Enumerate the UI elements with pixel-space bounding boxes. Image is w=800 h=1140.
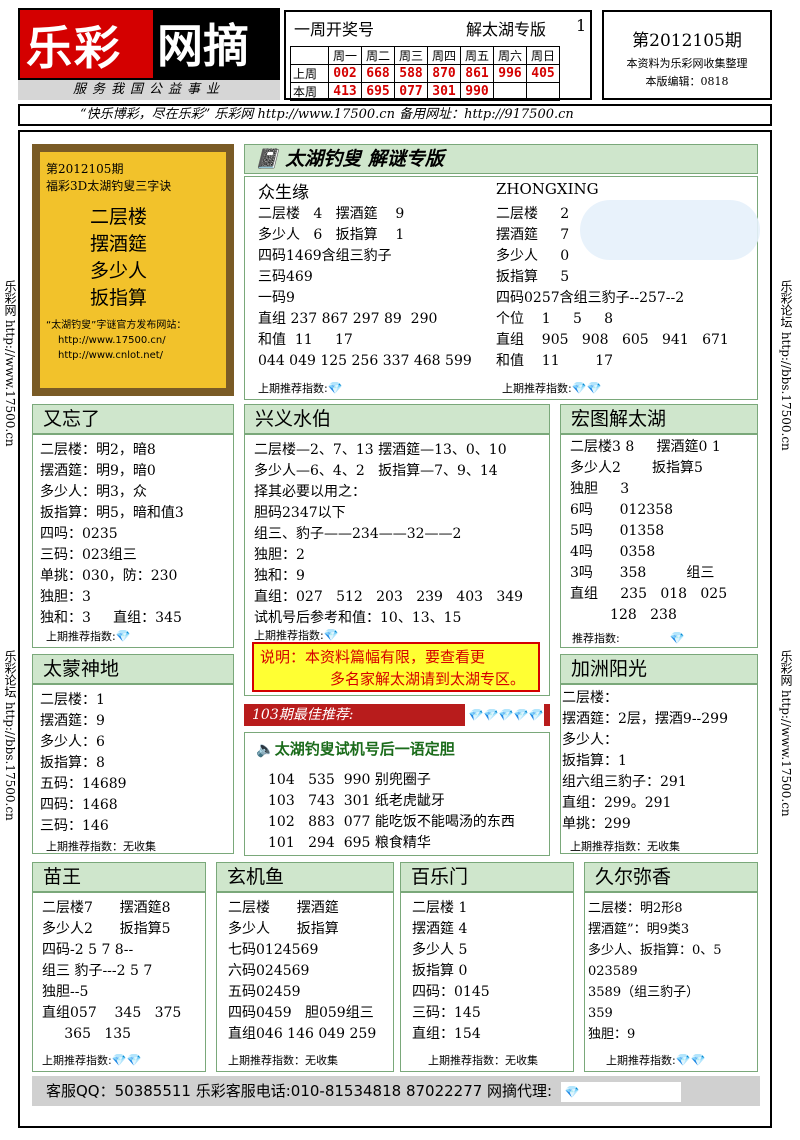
side-left-top[interactable]: 乐彩网 http://www.17500.cn — [2, 280, 19, 447]
issue-number: 第2012105期 — [632, 31, 742, 51]
zx-text: 二层楼 2 摆酒筵 7 多少人 0 扳指算 5 四码0257含组三豹子--257… — [496, 206, 729, 369]
p9-index: 上期推荐指数:💎💎 — [606, 1053, 706, 1067]
zx-name: ZHONGXING — [496, 180, 599, 198]
p7-text: 二层楼 摆酒筵 多少人 扳指算 七码0124569 六码024569 五码024… — [228, 900, 377, 1042]
notebook-icon: 📓 — [255, 148, 279, 170]
diamond-icon: 💎 — [564, 1084, 580, 1099]
issue-source: 本资料为乐彩网收集整理 — [626, 57, 748, 70]
p4-title: 太蒙神地 — [32, 654, 234, 684]
diamond-icon: 💎💎💎💎💎 — [465, 704, 544, 726]
side-right-bottom[interactable]: 乐彩网 http://www.17500.cn — [778, 650, 795, 817]
p6-title: 苗王 — [32, 862, 206, 892]
best-bar: 103期最佳推荐: 💎💎💎💎💎 — [244, 704, 550, 726]
p4-index: 上期推荐指数：无收集 — [46, 840, 156, 853]
intro-sites: “太湖钓叟”字谜官方发布网站： http://www.17500.cn/ htt… — [46, 320, 187, 361]
p7-title: 玄机鱼 — [216, 862, 394, 892]
zhong-name: 众生缘 — [258, 183, 309, 203]
trial-title: 🔈太湖钓叟试机号后一语定胆 — [256, 740, 455, 758]
p9-title: 久尔弥香 — [584, 862, 758, 892]
diamond-icon: 💎 — [323, 628, 339, 642]
p8-title: 百乐门 — [400, 862, 574, 892]
url-bar[interactable]: “快乐博彩，尽在乐彩” 乐彩网 http://www.17500.cn 备用网址… — [18, 104, 772, 126]
agent-field[interactable]: 💎 — [560, 1081, 681, 1102]
p7-index: 上期推荐指数：无收集 — [228, 1054, 338, 1067]
this-week-row: 本周 413 695 077 301 990 — [290, 82, 560, 101]
intro-subtitle: 福彩3D太湖钓叟三字诀 — [46, 179, 172, 193]
issue-editor: 本版编辑：0818 — [645, 75, 729, 88]
diamond-icon: 💎 — [669, 631, 685, 645]
p4-text: 二层楼：1 摆酒筵：9 多少人：6 扳指算：8 五码：14689 四码：1468… — [40, 692, 127, 834]
issue-box: 第2012105期 本资料为乐彩网收集整理 本版编辑：0818 — [602, 10, 772, 100]
p8-index: 上期推荐指数：无收集 — [428, 1054, 538, 1067]
speaker-icon: 🔈 — [256, 740, 275, 758]
logo-left: 乐彩 — [26, 21, 122, 75]
p5-title: 加洲阳光 — [560, 654, 758, 684]
footer: 客服QQ：50385511 乐彩客服电话:010-81534818 870222… — [32, 1076, 760, 1106]
main-title: 📓 太湖钓叟 解谜专版 — [244, 144, 758, 174]
p3-text: 二层楼3 8 摆酒筵0 1 多少人2 扳指算5 独胆 3 6吗 012358 5… — [570, 439, 728, 623]
p2-text: 二层楼—2、7、13 摆酒筵—13、0、10 多少人—6、4、2 扳指算—7、9… — [254, 442, 524, 626]
draw-header: 一周开奖号 解太湖专版 1 周一 周二 周三 周四 周五 周六 周日 上周 002 668 58… — [284, 10, 592, 101]
p5-index: 上期推荐指数：无收集 — [570, 840, 680, 853]
note-box: 说明：本资料篇幅有限，要查看更 多名家解太湖请到太湖专区。 — [252, 642, 540, 692]
intro-box: 第2012105期 福彩3D太湖钓叟三字诀 二层楼 摆酒筵 多少人 扳指算 “太湖钓叟… — [32, 144, 234, 396]
p6-index: 上期推荐指数:💎💎 — [42, 1053, 142, 1067]
special-label: 解太湖专版 — [466, 20, 547, 39]
diamond-icon: 💎💎 — [571, 381, 602, 395]
page-number: 1 — [576, 16, 587, 35]
draw-table: 周一 周二 周三 周四 周五 周六 周日 上周 002 668 588 870 861 996 405 … — [290, 46, 560, 101]
zhong-index: 上期推荐指数:💎 — [258, 381, 343, 395]
trial-text: 104 535 990 别兜圈子 103 743 301 纸老虎龇牙 102 8… — [268, 772, 515, 851]
zx-index: 上期推荐指数:💎💎 — [502, 381, 602, 395]
p3-title: 宏图解太湖 — [560, 404, 758, 434]
p2-title: 兴义水伯 — [244, 404, 550, 434]
p1-text: 二层楼：明2，暗8 摆酒筵：明9，暗0 多少人：明3，众 扳指算：明5，暗和值3… — [40, 442, 184, 626]
p6-text: 二层楼7 摆酒筵8 多少人2 扳指算5 四码-2 5 7 8-- 组三 豹子--… — [42, 900, 182, 1042]
week-label: 一周开奖号 — [294, 20, 375, 39]
p1-title: 又忘了 — [32, 404, 234, 434]
p9-text: 二层楼：明2形8 摆酒筵”：明9类3 多少人、扳指算：0、5 023589 35… — [588, 901, 722, 1042]
diamond-icon: 💎💎 — [675, 1053, 706, 1067]
intro-issue: 第2012105期 — [46, 162, 124, 176]
slogan: 服务我国公益事业 — [18, 80, 280, 100]
side-left-bottom[interactable]: 乐彩论坛 http://bbs.17500.cn — [2, 650, 19, 821]
zhong-text: 二层楼 4 摆酒筵 9 多少人 6 扳指算 1 四码1469含组三豹子 三码46… — [258, 206, 472, 369]
last-week-row: 上周 002 668 588 870 861 996 405 — [290, 64, 560, 83]
p8-text: 二层楼 1 摆酒筵 4 多少人 5 扳指算 0 四码：0145 三码：145 直… — [412, 900, 490, 1042]
p1-index: 上期推荐指数:💎 — [46, 629, 131, 643]
p2-index: 上期推荐指数:💎 — [254, 628, 339, 642]
p3-index: 推荐指数: 💎 — [572, 631, 685, 645]
diamond-icon: 💎💎 — [111, 1053, 142, 1067]
side-right-top[interactable]: 乐彩论坛 http://bbs.17500.cn — [778, 280, 795, 451]
diamond-icon: 💎 — [115, 629, 131, 643]
logo-right: 网摘 — [153, 10, 280, 78]
logo: 乐彩 网摘 — [18, 8, 280, 80]
diamond-icon: 💎 — [327, 381, 343, 395]
intro-poem: 二层楼 摆酒筵 多少人 扳指算 — [90, 206, 148, 309]
p5-text: 二层楼： 摆酒筵：2层，摆酒9--299 多少人： 扳指算：1 组六组三豹子：2… — [562, 690, 728, 832]
day-row: 周一 周二 周三 周四 周五 周六 周日 — [290, 46, 560, 65]
